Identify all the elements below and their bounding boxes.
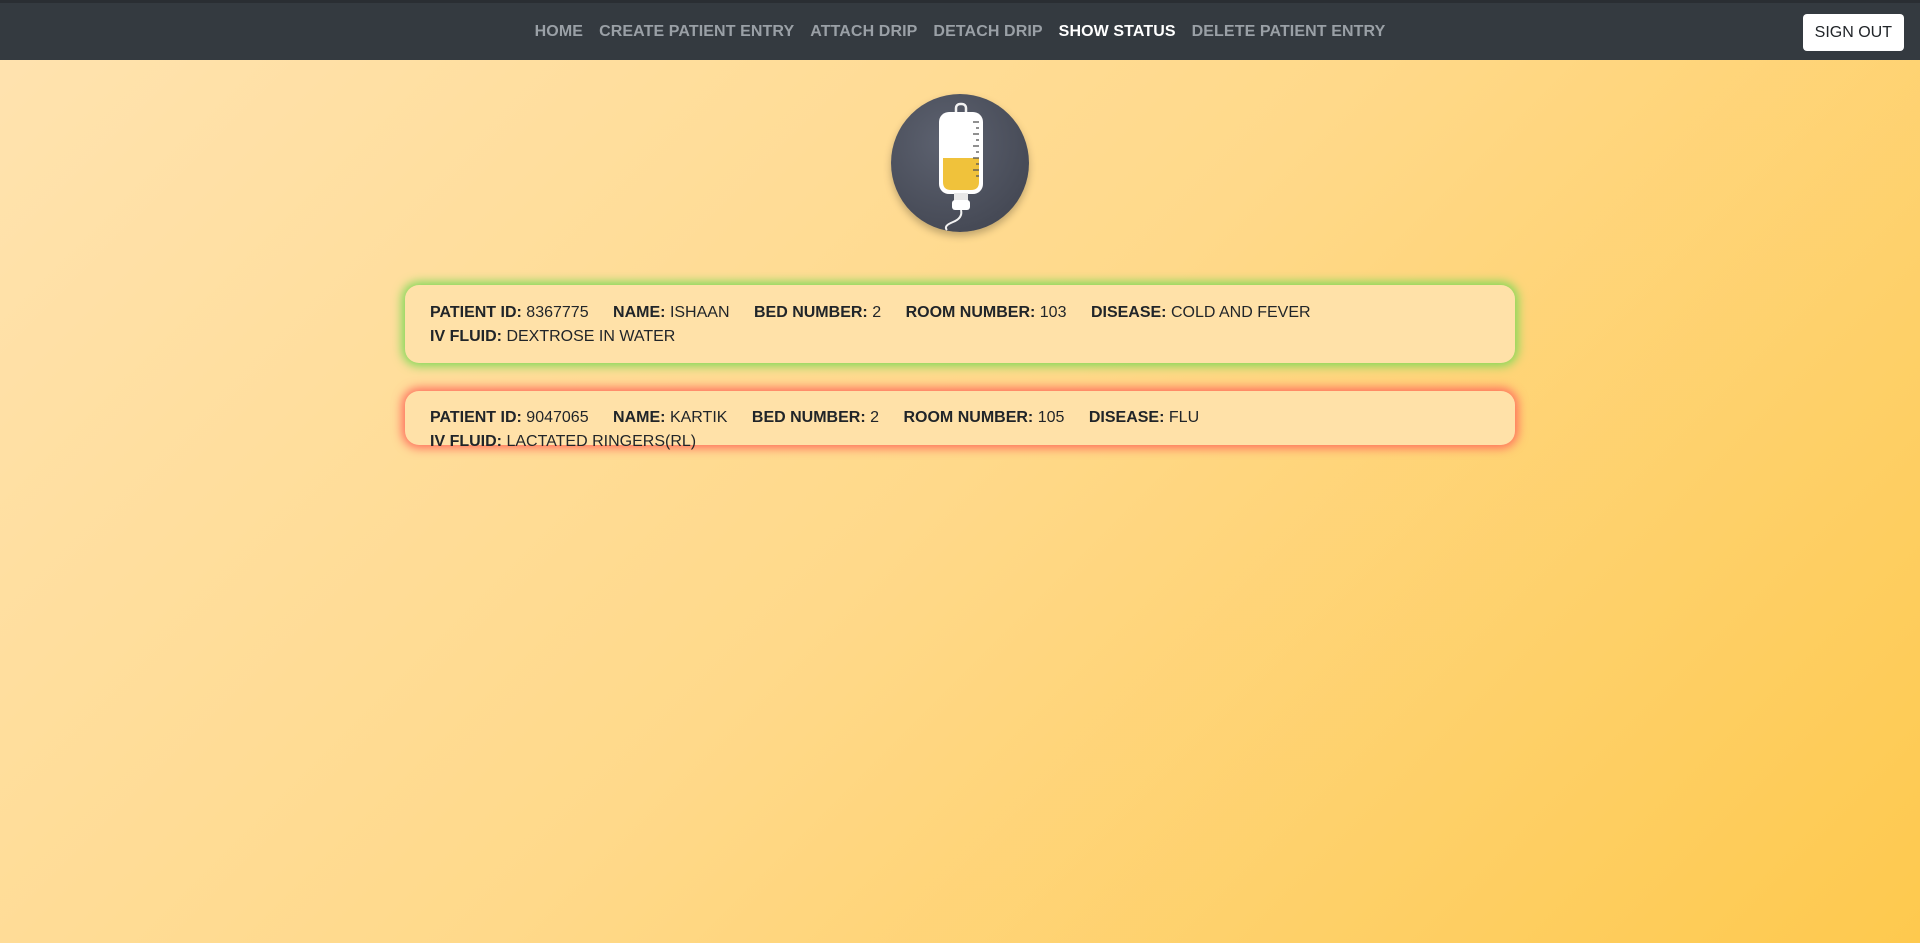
iv-fluid-value: LACTATED RINGERS(RL) [506, 433, 697, 450]
bed-number-field: BED NUMBER: 2 [752, 406, 879, 430]
patient-status-card: PATIENT ID: 8367775 NAME: ISHAAN BED NUM… [405, 285, 1515, 363]
disease-label: DISEASE: [1088, 409, 1165, 426]
patient-name-value: KARTIK [669, 409, 728, 426]
nav-detach-drip[interactable]: DETACH DRIP [933, 23, 1042, 41]
nav-attach-drip[interactable]: ATTACH DRIP [810, 23, 917, 41]
disease-field: DISEASE: COLD AND FEVER [1091, 301, 1311, 325]
disease-label: DISEASE: [1090, 304, 1167, 321]
patient-id-field: PATIENT ID: 9047065 [430, 406, 589, 430]
patient-id-value: 9047065 [526, 409, 589, 426]
iv-fluid-field: IV FLUID: DEXTROSE IN WATER [430, 325, 675, 349]
iv-fluid-label: IV FLUID: [430, 328, 502, 345]
disease-field: DISEASE: FLU [1089, 406, 1199, 430]
room-number-value: 103 [1039, 304, 1067, 321]
patient-name-field: NAME: KARTIK [613, 406, 727, 430]
bed-number-value: 2 [872, 304, 882, 321]
bed-number-label: BED NUMBER: [753, 304, 868, 321]
room-number-label: ROOM NUMBER: [905, 304, 1036, 321]
room-number-label: ROOM NUMBER: [903, 409, 1034, 426]
bed-number-field: BED NUMBER: 2 [754, 301, 881, 325]
iv-fluid-field: IV FLUID: LACTATED RINGERS(RL) [430, 430, 696, 454]
name-label: NAME: [613, 304, 666, 321]
main-nav: HOME CREATE PATIENT ENTRY ATTACH DRIP DE… [0, 3, 1920, 60]
patient-name-value: ISHAAN [669, 304, 730, 321]
room-number-value: 105 [1037, 409, 1065, 426]
bed-number-value: 2 [870, 409, 880, 426]
iv-drip-bag-icon [939, 102, 983, 231]
name-label: NAME: [613, 409, 666, 426]
room-number-field: ROOM NUMBER: 105 [903, 406, 1064, 430]
iv-drip-logo [891, 94, 1029, 232]
nav-home[interactable]: HOME [535, 23, 583, 41]
nav-show-status[interactable]: SHOW STATUS [1059, 23, 1176, 41]
patient-id-value: 8367775 [526, 304, 589, 321]
patient-id-label: PATIENT ID: [430, 409, 522, 426]
patient-id-field: PATIENT ID: 8367775 [430, 301, 589, 325]
nav-delete-patient-entry[interactable]: DELETE PATIENT ENTRY [1192, 23, 1386, 41]
iv-fluid-value: DEXTROSE IN WATER [506, 328, 676, 345]
patient-name-field: NAME: ISHAAN [613, 301, 729, 325]
room-number-field: ROOM NUMBER: 103 [906, 301, 1067, 325]
patient-status-card: PATIENT ID: 9047065 NAME: KARTIK BED NUM… [405, 391, 1515, 450]
bed-number-label: BED NUMBER: [751, 409, 866, 426]
sign-out-button[interactable]: SIGN OUT [1802, 14, 1904, 51]
top-navbar: HOME CREATE PATIENT ENTRY ATTACH DRIP DE… [0, 0, 1920, 60]
nav-create-patient-entry[interactable]: CREATE PATIENT ENTRY [599, 23, 794, 41]
disease-value: FLU [1168, 409, 1200, 426]
iv-fluid-label: IV FLUID: [430, 433, 502, 450]
patient-id-label: PATIENT ID: [430, 304, 522, 321]
disease-value: COLD AND FEVER [1170, 304, 1311, 321]
